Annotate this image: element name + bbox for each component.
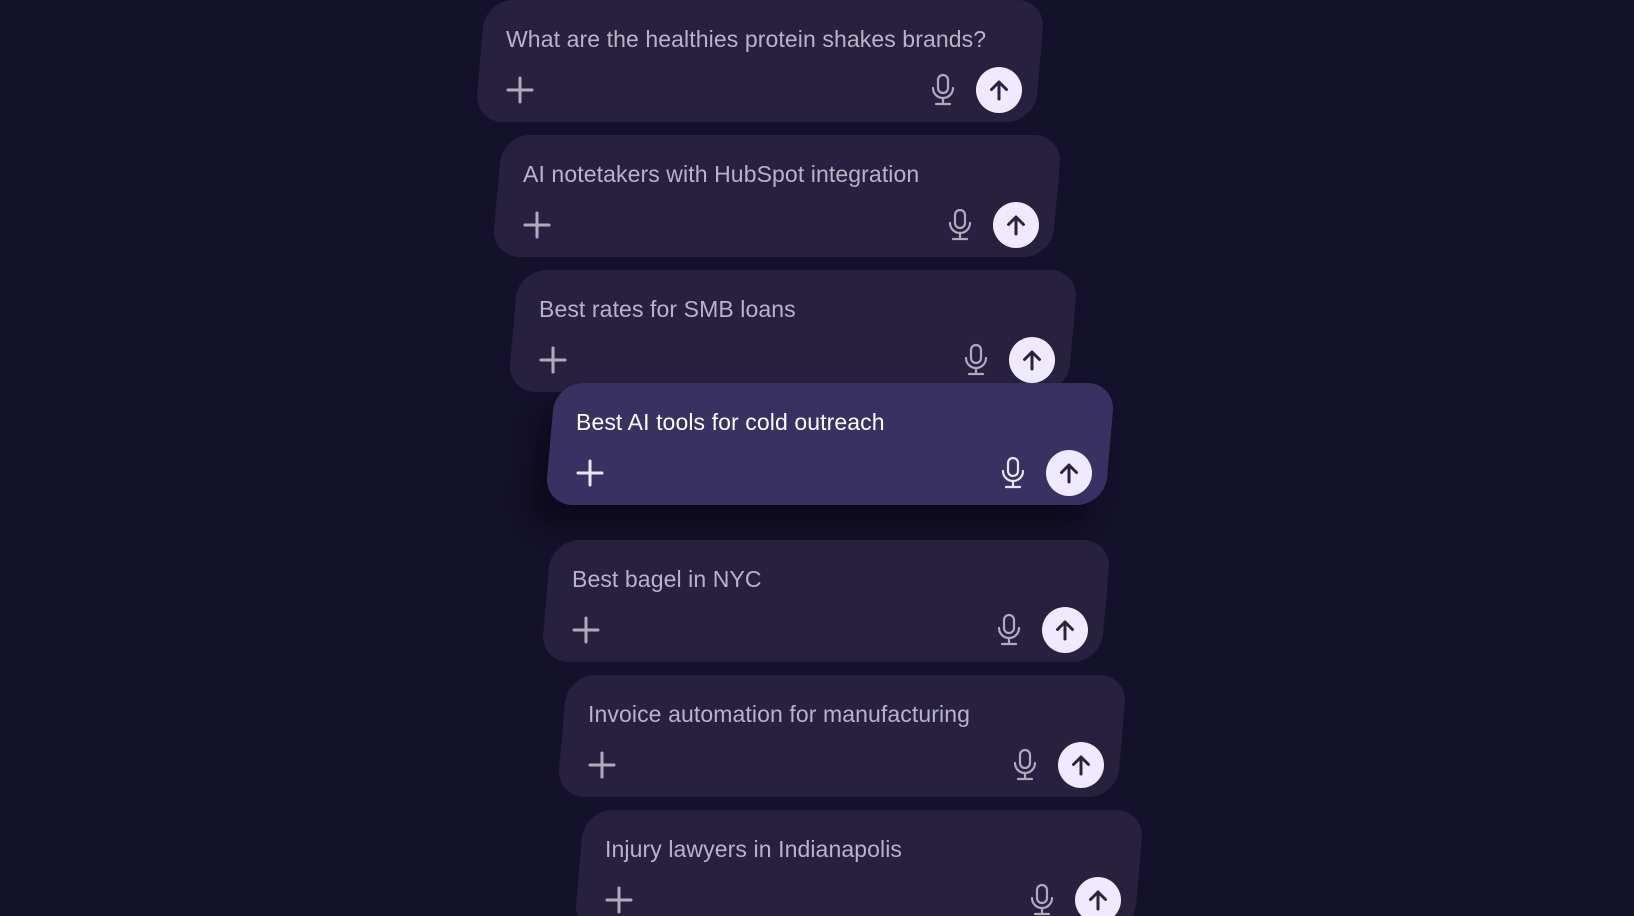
prompt-text[interactable]: Best bagel in NYC bbox=[572, 566, 762, 593]
arrow-up-icon bbox=[1007, 215, 1025, 236]
microphone-icon[interactable] bbox=[1027, 883, 1057, 916]
microphone-icon[interactable] bbox=[945, 208, 975, 242]
microphone-icon[interactable] bbox=[998, 456, 1028, 490]
send-button[interactable] bbox=[976, 67, 1022, 113]
prompt-card[interactable]: What are the healthies protein shakes br… bbox=[474, 0, 1046, 122]
prompt-card[interactable]: Best bagel in NYC bbox=[540, 540, 1112, 662]
plus-icon[interactable] bbox=[572, 616, 600, 644]
plus-icon[interactable] bbox=[523, 211, 551, 239]
prompt-card[interactable]: AI notetakers with HubSpot integration bbox=[491, 135, 1063, 257]
prompt-text[interactable]: Best AI tools for cold outreach bbox=[576, 409, 885, 436]
arrow-up-icon bbox=[1060, 463, 1078, 484]
send-button[interactable] bbox=[1058, 742, 1104, 788]
arrow-up-icon bbox=[1089, 890, 1107, 911]
microphone-icon[interactable] bbox=[961, 343, 991, 377]
arrow-up-icon bbox=[1072, 755, 1090, 776]
send-button[interactable] bbox=[1075, 877, 1121, 916]
plus-icon[interactable] bbox=[576, 459, 604, 487]
microphone-icon[interactable] bbox=[1010, 748, 1040, 782]
prompt-stack: What are the healthies protein shakes br… bbox=[0, 0, 1634, 916]
prompt-text[interactable]: Best rates for SMB loans bbox=[539, 296, 796, 323]
send-button[interactable] bbox=[1009, 337, 1055, 383]
prompt-text[interactable]: What are the healthies protein shakes br… bbox=[506, 26, 986, 53]
plus-icon[interactable] bbox=[588, 751, 616, 779]
send-button[interactable] bbox=[993, 202, 1039, 248]
send-button[interactable] bbox=[1042, 607, 1088, 653]
prompt-text[interactable]: Invoice automation for manufacturing bbox=[588, 701, 970, 728]
microphone-icon[interactable] bbox=[928, 73, 958, 107]
plus-icon[interactable] bbox=[605, 886, 633, 914]
plus-icon[interactable] bbox=[539, 346, 567, 374]
prompt-card[interactable]: Best rates for SMB loans bbox=[507, 270, 1079, 392]
plus-icon[interactable] bbox=[506, 76, 534, 104]
arrow-up-icon bbox=[1023, 350, 1041, 371]
prompt-card-active[interactable]: Best AI tools for cold outreach bbox=[544, 383, 1116, 505]
prompt-text[interactable]: Injury lawyers in Indianapolis bbox=[605, 836, 902, 863]
prompt-card[interactable]: Injury lawyers in Indianapolis bbox=[573, 810, 1145, 916]
arrow-up-icon bbox=[1056, 620, 1074, 641]
arrow-up-icon bbox=[990, 80, 1008, 101]
send-button[interactable] bbox=[1046, 450, 1092, 496]
prompt-text[interactable]: AI notetakers with HubSpot integration bbox=[523, 161, 919, 188]
prompt-card[interactable]: Invoice automation for manufacturing bbox=[556, 675, 1128, 797]
microphone-icon[interactable] bbox=[994, 613, 1024, 647]
